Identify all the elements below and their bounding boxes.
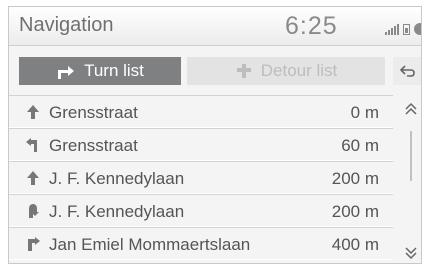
battery-icon xyxy=(403,24,410,35)
detour-icon xyxy=(236,64,251,78)
distance: 60 m xyxy=(341,136,379,155)
list-item[interactable]: J. F. Kennedylaan 200 m xyxy=(9,194,393,227)
street-name: Jan Emiel Mommaertslaan xyxy=(49,235,251,254)
navigation-screen: Navigation 6:25 Turn list Detour list Gr… xyxy=(8,6,422,264)
distance: 200 m xyxy=(331,169,379,188)
list-item[interactable]: Jan Emiel Mommaertslaan 400 m xyxy=(9,227,393,260)
distance: 400 m xyxy=(331,235,379,254)
tab-detour-list[interactable]: Detour list xyxy=(187,57,385,85)
status-icon xyxy=(414,23,421,35)
distance: 200 m xyxy=(331,202,379,221)
scrollbar[interactable] xyxy=(399,95,421,263)
turn-right-icon xyxy=(28,237,40,251)
street-name: J. F. Kennedylaan xyxy=(49,202,185,221)
straight-arrow-icon xyxy=(27,105,39,119)
turn-list: Grensstraat 0 m Grensstraat 60 m J. F. K… xyxy=(9,95,393,260)
u-turn-icon xyxy=(29,204,39,218)
turn-list-icon xyxy=(58,66,75,79)
back-arrow-icon xyxy=(399,65,415,77)
back-button[interactable] xyxy=(393,57,421,85)
signal-icon xyxy=(385,24,399,35)
scroll-track[interactable] xyxy=(410,131,412,181)
turn-left-icon xyxy=(26,138,37,152)
header-bar: Navigation 6:25 xyxy=(9,7,421,46)
scroll-up-icon[interactable] xyxy=(403,101,419,117)
status-icons xyxy=(385,21,421,35)
distance: 0 m xyxy=(350,103,379,122)
screen-title: Navigation xyxy=(19,14,114,36)
tab-detour-list-label: Detour list xyxy=(260,61,338,80)
scroll-down-icon[interactable] xyxy=(403,245,419,261)
clock: 6:25 xyxy=(285,12,338,40)
street-name: Grensstraat xyxy=(49,136,138,155)
street-name: J. F. Kennedylaan xyxy=(49,169,185,188)
tab-turn-list-label: Turn list xyxy=(84,61,144,80)
list-item[interactable]: Grensstraat 0 m xyxy=(9,95,393,128)
tab-turn-list[interactable]: Turn list xyxy=(19,57,181,85)
straight-arrow-icon xyxy=(27,171,39,185)
list-item[interactable]: J. F. Kennedylaan 200 m xyxy=(9,161,393,194)
street-name: Grensstraat xyxy=(49,103,138,122)
list-item[interactable]: Grensstraat 60 m xyxy=(9,128,393,161)
